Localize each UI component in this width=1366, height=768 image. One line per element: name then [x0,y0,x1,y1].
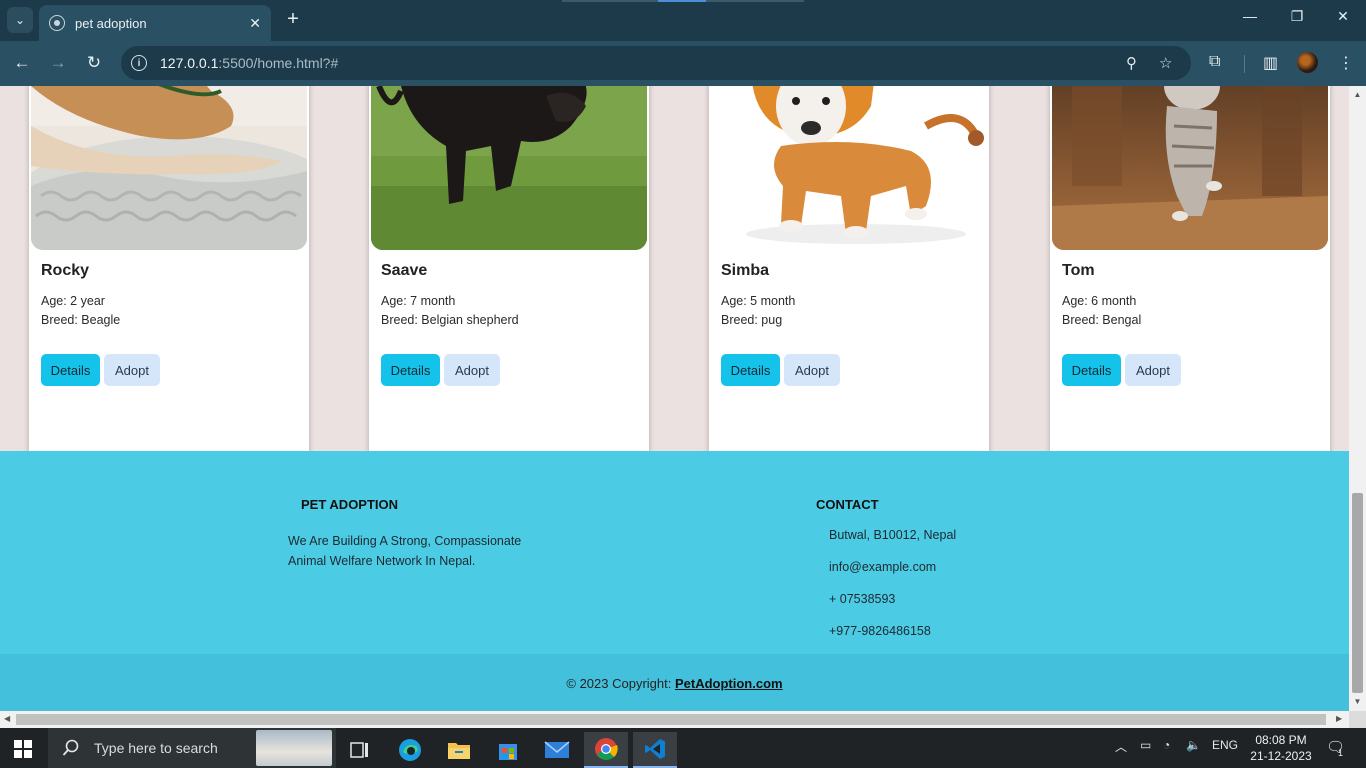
vertical-scrollbar[interactable]: ▲ ▼ [1349,86,1366,711]
microsoft-store-icon[interactable] [486,732,530,768]
details-button[interactable]: Details [381,354,440,386]
pet-card-saave: Saave Age: 7 month Breed: Belgian shephe… [369,86,649,484]
extensions-puzzle-icon[interactable]: ⧉ [1209,53,1220,71]
notification-count: 1 [1338,748,1344,758]
pet-age: Age: 6 month [1062,294,1137,308]
contact-email[interactable]: info@example.com [829,557,936,577]
clock-time: 08:08 PM [1255,733,1307,747]
footer-copyright-bar: © 2023 Copyright: PetAdoption.com [0,654,1349,711]
clock-date: 21-12-2023 [1250,749,1312,763]
pet-age: Age: 5 month [721,294,796,308]
horizontal-scroll-thumb[interactable] [16,714,1326,725]
scroll-right-arrow-icon[interactable]: ▶ [1336,714,1342,723]
tab-title: pet adoption [75,15,147,31]
details-button[interactable]: Details [721,354,780,386]
horizontal-scrollbar[interactable]: ◀ ▶ [0,711,1349,728]
pet-age: Age: 2 year [41,294,105,308]
pet-name: Rocky [41,262,90,279]
browser-tab-bar: ⌄ pet adoption ✕ + — ❐ ✕ [0,0,1366,41]
forward-arrow-icon[interactable]: → [47,52,69,74]
search-highlight-image [256,730,332,766]
details-button[interactable]: Details [1062,354,1121,386]
page-viewport: Rocky Age: 2 year Breed: Beagle Details … [0,86,1349,711]
task-view-icon[interactable] [338,732,382,768]
restore-icon[interactable]: ❐ [1285,8,1309,25]
windows-taskbar: Type here to search ︿ ▭ ◔ 🔈 ENG 08:08 PM… [0,728,1366,768]
pet-card-simba: Simba Age: 5 month Breed: pug Details Ad… [709,86,989,484]
pet-card-tom: Tom Age: 6 month Breed: Bengal Details A… [1050,86,1330,484]
scroll-up-arrow-icon[interactable]: ▲ [1352,90,1363,99]
language-indicator[interactable]: ENG [1212,738,1238,752]
close-window-icon[interactable]: ✕ [1331,8,1355,25]
pet-breed: Breed: Beagle [41,313,121,327]
side-panel-icon[interactable]: ▥ [1263,53,1278,73]
footer-about-line2: Animal Welfare Network In Nepal. [288,554,476,568]
tab-close-icon[interactable]: ✕ [249,15,261,32]
mail-icon[interactable] [535,732,579,768]
pet-breed: Breed: Belgian shepherd [381,313,519,327]
url-text[interactable]: 127.0.0.1:5500/home.html?# [160,55,338,71]
adopt-button[interactable]: Adopt [444,354,500,386]
scrollbar-corner [1349,711,1366,728]
pet-photo-rocky [31,86,307,250]
contact-address: Butwal, B10012, Nepal [829,528,957,542]
pet-name: Saave [381,262,428,279]
scroll-left-arrow-icon[interactable]: ◀ [4,714,10,723]
pet-photo-tom [1052,86,1328,250]
wifi-icon[interactable]: ◔ [1163,738,1170,752]
tab-favicon-icon [49,15,65,31]
vertical-scroll-thumb[interactable] [1352,493,1363,693]
pet-breed: Breed: pug [721,313,783,327]
search-icon [62,739,79,756]
search-placeholder: Type here to search [94,740,218,756]
vscode-icon[interactable] [633,732,677,768]
taskbar-search-box[interactable]: Type here to search [48,728,336,768]
zoom-icon[interactable]: ⚲ [1126,54,1137,72]
pet-card-rocky: Rocky Age: 2 year Breed: Beagle Details … [29,86,309,484]
adopt-button[interactable]: Adopt [784,354,840,386]
contact-phone-1: + 07538593 [829,592,896,606]
battery-icon[interactable]: ▭ [1140,738,1151,752]
volume-icon[interactable]: 🔈 [1186,738,1201,752]
site-footer: PET ADOPTION We Are Building A Strong, C… [0,451,1349,654]
tab-search-chevron-icon[interactable]: ⌄ [7,7,33,33]
chrome-icon[interactable] [584,732,628,768]
site-info-icon[interactable]: i [131,55,147,71]
new-tab-plus-icon[interactable]: + [282,8,304,30]
reload-icon[interactable]: ↻ [83,52,105,74]
pet-photo-simba [711,86,987,250]
bookmark-star-icon[interactable]: ☆ [1159,54,1172,72]
show-hidden-icons-chevron-icon[interactable]: ︿ [1115,738,1127,755]
edge-browser-icon[interactable] [388,732,432,768]
address-bar[interactable]: i 127.0.0.1:5500/home.html?# ⚲ ☆ [121,46,1191,80]
taskbar-clock[interactable]: 08:08 PM 21-12-2023 [1250,732,1312,764]
windows-start-icon[interactable] [14,740,32,758]
adopt-button[interactable]: Adopt [104,354,160,386]
pet-name: Simba [721,262,770,279]
footer-about-line1: We Are Building A Strong, Compassionate [288,534,522,548]
copyright-text: © 2023 Copyright: PetAdoption.com [566,676,783,691]
details-button[interactable]: Details [41,354,100,386]
minimize-icon[interactable]: — [1238,8,1262,24]
file-explorer-icon[interactable] [437,732,481,768]
footer-about-title: PET ADOPTION [301,497,399,512]
footer-contact-title: CONTACT [816,497,879,512]
pet-age: Age: 7 month [381,294,456,308]
pet-breed: Breed: Bengal [1062,313,1142,327]
back-arrow-icon[interactable]: ← [11,52,33,74]
pet-name: Tom [1062,262,1095,279]
browser-tab[interactable]: pet adoption ✕ [39,5,271,41]
browser-toolbar: ← → ↻ i 127.0.0.1:5500/home.html?# ⚲ ☆ ⧉… [0,41,1366,86]
scroll-down-arrow-icon[interactable]: ▼ [1352,697,1363,706]
tab-loading-indicator [562,0,804,2]
copyright-link[interactable]: PetAdoption.com [675,676,783,691]
toolbar-separator [1244,55,1245,73]
profile-avatar[interactable] [1297,52,1318,73]
pet-photo-saave [371,86,647,250]
menu-kebab-icon[interactable]: ⋮ [1338,53,1354,73]
contact-phone-2: +977-9826486158 [829,624,931,638]
adopt-button[interactable]: Adopt [1125,354,1181,386]
